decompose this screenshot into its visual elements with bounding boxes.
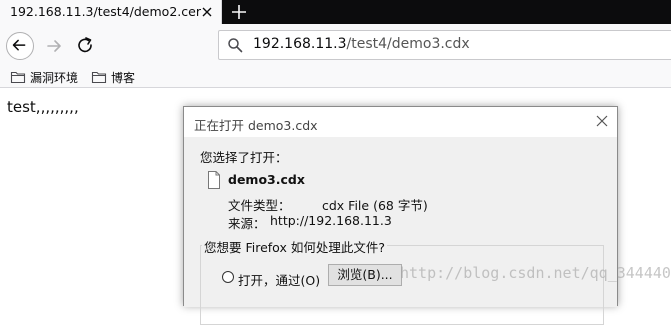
file-source-label: 来源： xyxy=(228,216,266,231)
plus-icon[interactable] xyxy=(229,2,249,22)
file-type-value: cdx File (68 字节) xyxy=(322,198,428,213)
dialog-intro: 您选择了打开： xyxy=(200,150,288,165)
browse-button[interactable]: 浏览(B)... xyxy=(328,264,402,286)
page-body-text: test,,,,,,,,, xyxy=(7,98,79,116)
radio-button[interactable] xyxy=(222,271,234,283)
bookmark-folder-2[interactable]: 博客 xyxy=(91,68,141,86)
bookmark-folder-1[interactable]: 漏洞环境 xyxy=(10,68,86,86)
forward-button[interactable] xyxy=(40,32,68,60)
back-arrow-icon xyxy=(12,39,26,51)
folder-icon xyxy=(91,71,107,84)
file-source-value: http://192.168.11.3 xyxy=(270,213,392,228)
reload-icon xyxy=(78,37,92,53)
bookmark-label: 漏洞环境 xyxy=(30,71,79,85)
reload-button[interactable] xyxy=(72,32,100,60)
url-host: 192.168.11.3 xyxy=(253,36,347,52)
file-name: demo3.cdx xyxy=(228,172,305,187)
tab-strip: 192.168.11.3/test4/demo2.cer xyxy=(0,0,671,24)
open-with-label: 打开，通过(O) xyxy=(238,273,321,288)
tab-active[interactable]: 192.168.11.3/test4/demo2.cer xyxy=(0,0,222,24)
dialog-title: 正在打开 demo3.cdx xyxy=(194,118,318,133)
close-icon[interactable] xyxy=(199,4,215,20)
file-type-label: 文件类型： xyxy=(228,198,291,213)
bookmarks-toolbar: 漏洞环境 博客 xyxy=(0,66,671,88)
forward-arrow-icon xyxy=(47,40,61,52)
url-path: /test4/demo3.cdx xyxy=(346,36,470,52)
file-icon xyxy=(208,171,220,189)
search-icon xyxy=(228,38,243,53)
bookmark-label: 博客 xyxy=(111,71,136,85)
url-bar[interactable]: 192.168.11.3/test4/demo3.cdx xyxy=(218,30,671,60)
folder-icon xyxy=(10,71,26,84)
action-question: 您想要 Firefox 如何处理此文件? xyxy=(202,237,387,256)
close-icon[interactable] xyxy=(595,114,609,128)
watermark-text: http://blog.csdn.net/qq_34444097 xyxy=(400,264,671,282)
url-text: 192.168.11.3/test4/demo3.cdx xyxy=(253,36,470,52)
back-button[interactable] xyxy=(6,32,34,60)
tab-title: 192.168.11.3/test4/demo2.cer xyxy=(10,4,201,19)
